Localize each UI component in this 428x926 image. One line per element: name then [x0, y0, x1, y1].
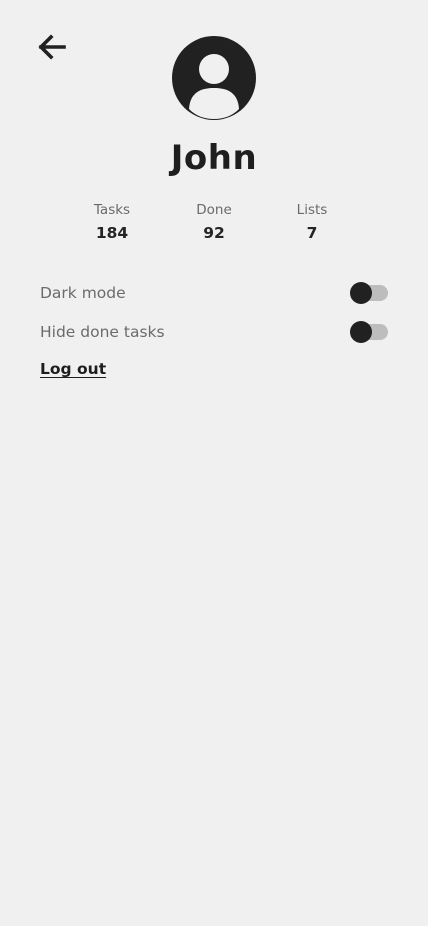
- logout-link[interactable]: Log out: [40, 360, 106, 378]
- setting-label: Dark mode: [40, 284, 126, 302]
- stat-value: 184: [95, 224, 129, 242]
- stat-value: 92: [203, 224, 225, 242]
- stat-lists: Lists 7: [267, 202, 357, 242]
- stat-value: 7: [306, 224, 318, 242]
- toggle-knob: [350, 321, 372, 343]
- stat-done: Done 92: [169, 202, 259, 242]
- back-button[interactable]: [36, 32, 68, 62]
- user-avatar-icon: [172, 36, 256, 120]
- stat-label: Done: [196, 202, 232, 218]
- toggle-knob: [350, 282, 372, 304]
- stat-label: Tasks: [93, 202, 131, 218]
- profile-screen: John Tasks 184 Done 92 Lists 7 Dark mode…: [0, 0, 428, 926]
- dark-mode-toggle[interactable]: [350, 282, 388, 304]
- setting-label: Hide done tasks: [40, 323, 165, 341]
- arrow-left-icon: [38, 34, 66, 60]
- setting-hide-done-tasks: Hide done tasks: [40, 320, 388, 344]
- hide-done-tasks-toggle[interactable]: [350, 321, 388, 343]
- stat-tasks: Tasks 184: [67, 202, 157, 242]
- setting-dark-mode: Dark mode: [40, 281, 388, 305]
- stat-label: Lists: [296, 202, 328, 218]
- profile-name: John: [170, 138, 258, 178]
